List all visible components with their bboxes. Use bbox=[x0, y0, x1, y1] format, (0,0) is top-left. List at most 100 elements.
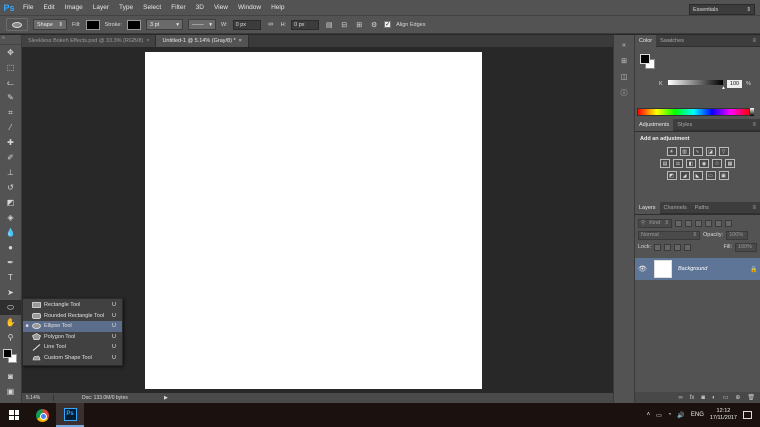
fill-swatch[interactable] bbox=[85, 19, 100, 30]
marquee-tool-icon[interactable]: ⬚ bbox=[0, 60, 21, 75]
properties-panel-icon[interactable]: ◫ bbox=[617, 71, 631, 83]
notifications-icon[interactable] bbox=[743, 411, 752, 419]
clock[interactable]: 12:12 17/11/2017 bbox=[710, 408, 737, 422]
color-spectrum[interactable] bbox=[637, 108, 750, 116]
flyout-item-ellipse[interactable]: ■ Ellipse Tool U bbox=[23, 321, 122, 332]
menu-3d[interactable]: 3D bbox=[191, 0, 209, 15]
healing-brush-tool-icon[interactable]: ✚ bbox=[0, 135, 21, 150]
flyout-item-line[interactable]: Line Tool U bbox=[23, 342, 122, 353]
gradient-map-icon[interactable]: ▭ bbox=[705, 171, 716, 180]
menu-select[interactable]: Select bbox=[138, 0, 166, 15]
hue-saturation-icon[interactable]: ▤ bbox=[660, 159, 670, 168]
gear-icon[interactable]: ⚙ bbox=[369, 20, 379, 30]
align-edges-checkbox[interactable]: ✓ bbox=[384, 21, 392, 28]
eye-icon[interactable]: 👁 bbox=[638, 265, 648, 273]
eraser-tool-icon[interactable]: ◩ bbox=[0, 195, 21, 210]
close-tab-icon[interactable]: × bbox=[239, 38, 242, 44]
tab-color[interactable]: Color bbox=[635, 34, 657, 47]
height-field[interactable]: 0 px bbox=[291, 19, 320, 30]
flyout-item-polygon[interactable]: Polygon Tool U bbox=[23, 332, 122, 343]
tab-swatches[interactable]: Swatches bbox=[656, 35, 688, 47]
opacity-field[interactable]: 100% bbox=[726, 230, 749, 240]
menu-type[interactable]: Type bbox=[114, 0, 138, 15]
shape-mode-select[interactable]: Shape ⇕ bbox=[33, 19, 67, 30]
path-selection-tool-icon[interactable]: ➤ bbox=[0, 285, 21, 300]
menu-image[interactable]: Image bbox=[60, 0, 88, 15]
start-button[interactable] bbox=[0, 403, 28, 427]
curves-icon[interactable]: ∿ bbox=[692, 147, 703, 156]
stroke-width-select[interactable]: 3 pt ▾ bbox=[146, 19, 183, 30]
lock-all-icon[interactable] bbox=[684, 243, 692, 251]
layer-row-background[interactable]: 👁 Background 🔒 bbox=[635, 258, 760, 280]
threshold-icon[interactable]: ◣ bbox=[692, 171, 703, 180]
vibrance-icon[interactable]: ▽ bbox=[718, 147, 729, 156]
filter-shape-icon[interactable] bbox=[705, 219, 712, 227]
flyout-item-rectangle[interactable]: Rectangle Tool U bbox=[23, 300, 122, 311]
path-alignment-icon[interactable]: ⊟ bbox=[339, 20, 349, 30]
tab-layers[interactable]: Layers bbox=[635, 201, 660, 214]
taskbar-chrome[interactable] bbox=[28, 403, 56, 427]
info-panel-icon[interactable]: ⓘ bbox=[617, 87, 631, 99]
quick-mask-icon[interactable]: ◙ bbox=[0, 369, 21, 384]
tools-panel-header[interactable]: » bbox=[0, 35, 21, 45]
history-brush-tool-icon[interactable]: ↺ bbox=[0, 180, 21, 195]
lock-position-icon[interactable] bbox=[674, 243, 682, 251]
channel-mixer-icon[interactable]: ♲ bbox=[712, 159, 722, 168]
history-panel-icon[interactable]: ⊞ bbox=[617, 55, 631, 67]
brush-tool-icon[interactable]: ✐ bbox=[0, 150, 21, 165]
menu-help[interactable]: Help bbox=[266, 0, 289, 15]
zoom-tool-icon[interactable]: ⚲ bbox=[0, 330, 21, 345]
menu-view[interactable]: View bbox=[209, 0, 233, 15]
brightness-contrast-icon[interactable]: ☀ bbox=[666, 147, 677, 156]
width-field[interactable]: 0 px bbox=[232, 19, 261, 30]
lock-transparent-icon[interactable] bbox=[654, 243, 662, 251]
dock-expand-icon[interactable]: « bbox=[617, 39, 631, 51]
slider-thumb-icon[interactable]: ▲ bbox=[721, 85, 726, 91]
fx-icon[interactable]: fx bbox=[690, 395, 695, 401]
foreground-color-swatch[interactable] bbox=[3, 349, 12, 358]
filter-pixel-icon[interactable] bbox=[675, 219, 682, 227]
filter-smart-object-icon[interactable] bbox=[715, 219, 722, 227]
document-tab-active[interactable]: Untitled-1 @ 5.14% (Gray/8) * × bbox=[156, 35, 249, 47]
stroke-swatch[interactable] bbox=[127, 19, 141, 30]
eyedropper-tool-icon[interactable]: ⁄ bbox=[0, 120, 21, 135]
paint-bucket-tool-icon[interactable]: ◈ bbox=[0, 210, 21, 225]
tab-paths[interactable]: Paths bbox=[691, 202, 713, 214]
trash-icon[interactable]: 🗑 bbox=[747, 394, 755, 401]
tool-preset-picker[interactable] bbox=[6, 18, 28, 31]
panel-menu-icon[interactable]: ≡ bbox=[752, 122, 760, 128]
wifi-icon[interactable]: ◔ bbox=[668, 412, 672, 418]
document-tab[interactable]: Sleekless Bokeh Effects.psd @ 33.3% (RGB… bbox=[22, 35, 157, 47]
crop-tool-icon[interactable]: ⌗ bbox=[0, 105, 21, 120]
adjustment-layer-icon[interactable]: ◐ bbox=[712, 395, 716, 401]
flyout-item-custom-shape[interactable]: Custom Shape Tool U bbox=[23, 353, 122, 364]
menu-window[interactable]: Window bbox=[233, 0, 266, 15]
status-menu-arrow-icon[interactable]: ▶ bbox=[164, 395, 168, 401]
k-value-field[interactable]: 100 bbox=[727, 80, 742, 88]
fill-field[interactable]: 100% bbox=[735, 242, 757, 252]
dodge-tool-icon[interactable]: ● bbox=[0, 240, 21, 255]
add-mask-icon[interactable]: ◙ bbox=[701, 395, 705, 401]
foreground-color-swatch[interactable] bbox=[640, 54, 650, 64]
close-tab-icon[interactable]: × bbox=[146, 38, 149, 44]
ellipse-tool-icon[interactable]: ⬭ bbox=[0, 300, 21, 315]
path-operations-icon[interactable]: ▤ bbox=[324, 20, 334, 30]
filter-type-icon[interactable] bbox=[695, 219, 702, 227]
black-white-icon[interactable]: ◧ bbox=[686, 159, 696, 168]
lock-image-icon[interactable] bbox=[664, 243, 672, 251]
pen-tool-icon[interactable]: ✒ bbox=[0, 255, 21, 270]
link-icon[interactable]: ∞ bbox=[266, 20, 276, 30]
tray-chevron-icon[interactable]: ˄ bbox=[647, 412, 651, 418]
exposure-icon[interactable]: ◪ bbox=[705, 147, 716, 156]
levels-icon[interactable]: ▥ bbox=[679, 147, 690, 156]
screen-mode-icon[interactable]: ▣ bbox=[0, 384, 21, 399]
color-balance-icon[interactable]: ⚖ bbox=[673, 159, 683, 168]
filter-toggle-icon[interactable] bbox=[725, 219, 732, 227]
lasso-tool-icon[interactable]: ᓚ bbox=[0, 75, 21, 90]
panel-menu-icon[interactable]: ≡ bbox=[752, 205, 760, 211]
menu-edit[interactable]: Edit bbox=[38, 0, 59, 15]
blur-tool-icon[interactable]: 💧 bbox=[0, 225, 21, 240]
zoom-level[interactable]: 5.14% bbox=[22, 395, 54, 401]
color-lookup-icon[interactable]: ▦ bbox=[725, 159, 735, 168]
taskbar-photoshop[interactable]: Ps bbox=[56, 403, 84, 427]
